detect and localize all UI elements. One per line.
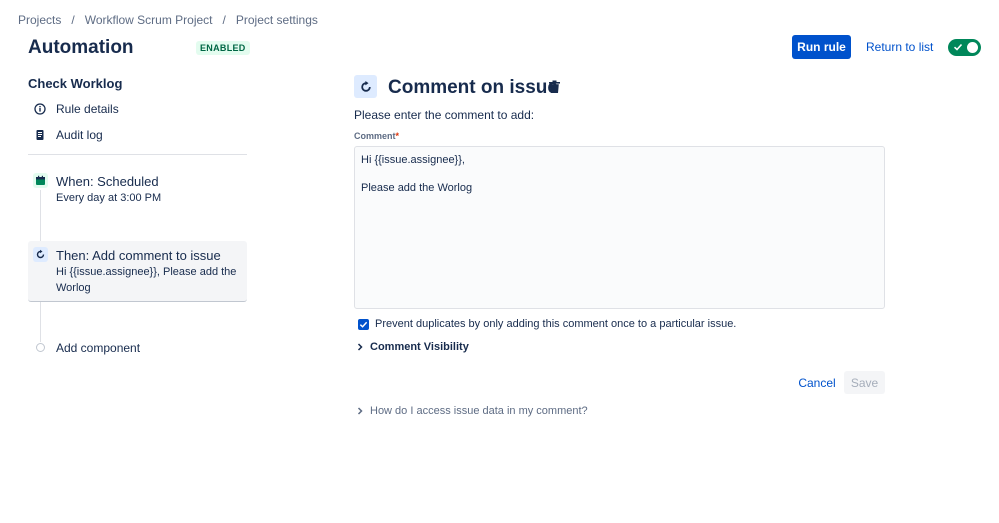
cancel-button[interactable]: Cancel [795, 371, 839, 394]
toggle-knob [967, 42, 978, 53]
comment-label-text: Comment [354, 131, 396, 141]
comment-textarea[interactable]: Hi {{issue.assignee}}, Please add the Wo… [354, 146, 885, 309]
calendar-icon [33, 173, 48, 188]
help-expander[interactable]: How do I access issue data in my comment… [356, 405, 588, 417]
chevron-right-icon [357, 343, 363, 351]
sidebar-divider [28, 154, 247, 155]
breadcrumb-separator: / [71, 13, 75, 27]
action-step-subtitle-line2: Worlog [56, 282, 91, 294]
action-step[interactable]: Then: Add comment to issue Hi {{issue.as… [28, 241, 247, 302]
comment-action-icon [33, 247, 48, 262]
rule-details-link[interactable]: Rule details [34, 102, 119, 116]
comment-action-icon [354, 75, 377, 98]
breadcrumb-project-settings[interactable]: Project settings [236, 13, 318, 27]
prevent-duplicates-checkbox[interactable] [358, 319, 369, 330]
add-component-dot [36, 343, 45, 352]
trigger-step-subtitle: Every day at 3:00 PM [56, 192, 162, 204]
breadcrumb-project[interactable]: Workflow Scrum Project [85, 13, 213, 27]
comment-visibility-label: Comment Visibility [370, 341, 469, 353]
add-component-button[interactable]: Add component [56, 341, 140, 355]
comment-line: Please add the Worlog [361, 182, 473, 194]
component-title: Comment on issue [388, 77, 558, 98]
prevent-duplicates-label: Prevent duplicates by only adding this c… [375, 318, 737, 330]
audit-log-label: Audit log [56, 128, 103, 142]
comment-field-label: Comment* [354, 131, 399, 141]
comment-line [361, 167, 878, 181]
rule-details-label: Rule details [56, 102, 119, 116]
save-button[interactable]: Save [844, 371, 885, 394]
info-icon [34, 103, 46, 115]
chevron-right-icon [357, 407, 363, 415]
breadcrumb: Projects / Workflow Scrum Project / Proj… [18, 13, 318, 27]
action-step-title: Then: Add comment to issue [56, 248, 221, 263]
trigger-step[interactable]: When: Scheduled Every day at 3:00 PM [28, 167, 247, 213]
return-to-list-link[interactable]: Return to list [866, 40, 933, 54]
status-badge: ENABLED [196, 41, 250, 55]
audit-log-link[interactable]: Audit log [34, 128, 103, 142]
page-title: Automation [28, 37, 134, 58]
breadcrumb-separator: / [222, 13, 226, 27]
action-step-subtitle-line1: Hi {{issue.assignee}}, Please add the [56, 266, 237, 278]
instruction-text: Please enter the comment to add: [354, 108, 535, 122]
run-rule-button[interactable]: Run rule [792, 35, 851, 59]
required-mark: * [395, 131, 400, 141]
comment-line: Hi {{issue.assignee}}, [361, 154, 465, 166]
trigger-step-title: When: Scheduled [56, 174, 159, 189]
rule-name: Check Worklog [28, 76, 123, 91]
document-icon [34, 129, 46, 141]
breadcrumb-projects[interactable]: Projects [18, 13, 61, 27]
check-icon [953, 43, 963, 51]
trash-icon[interactable] [548, 80, 561, 94]
check-icon [359, 321, 368, 328]
rule-enabled-toggle[interactable] [948, 39, 981, 56]
comment-visibility-expander[interactable]: Comment Visibility [356, 341, 469, 353]
help-label: How do I access issue data in my comment… [370, 405, 588, 417]
